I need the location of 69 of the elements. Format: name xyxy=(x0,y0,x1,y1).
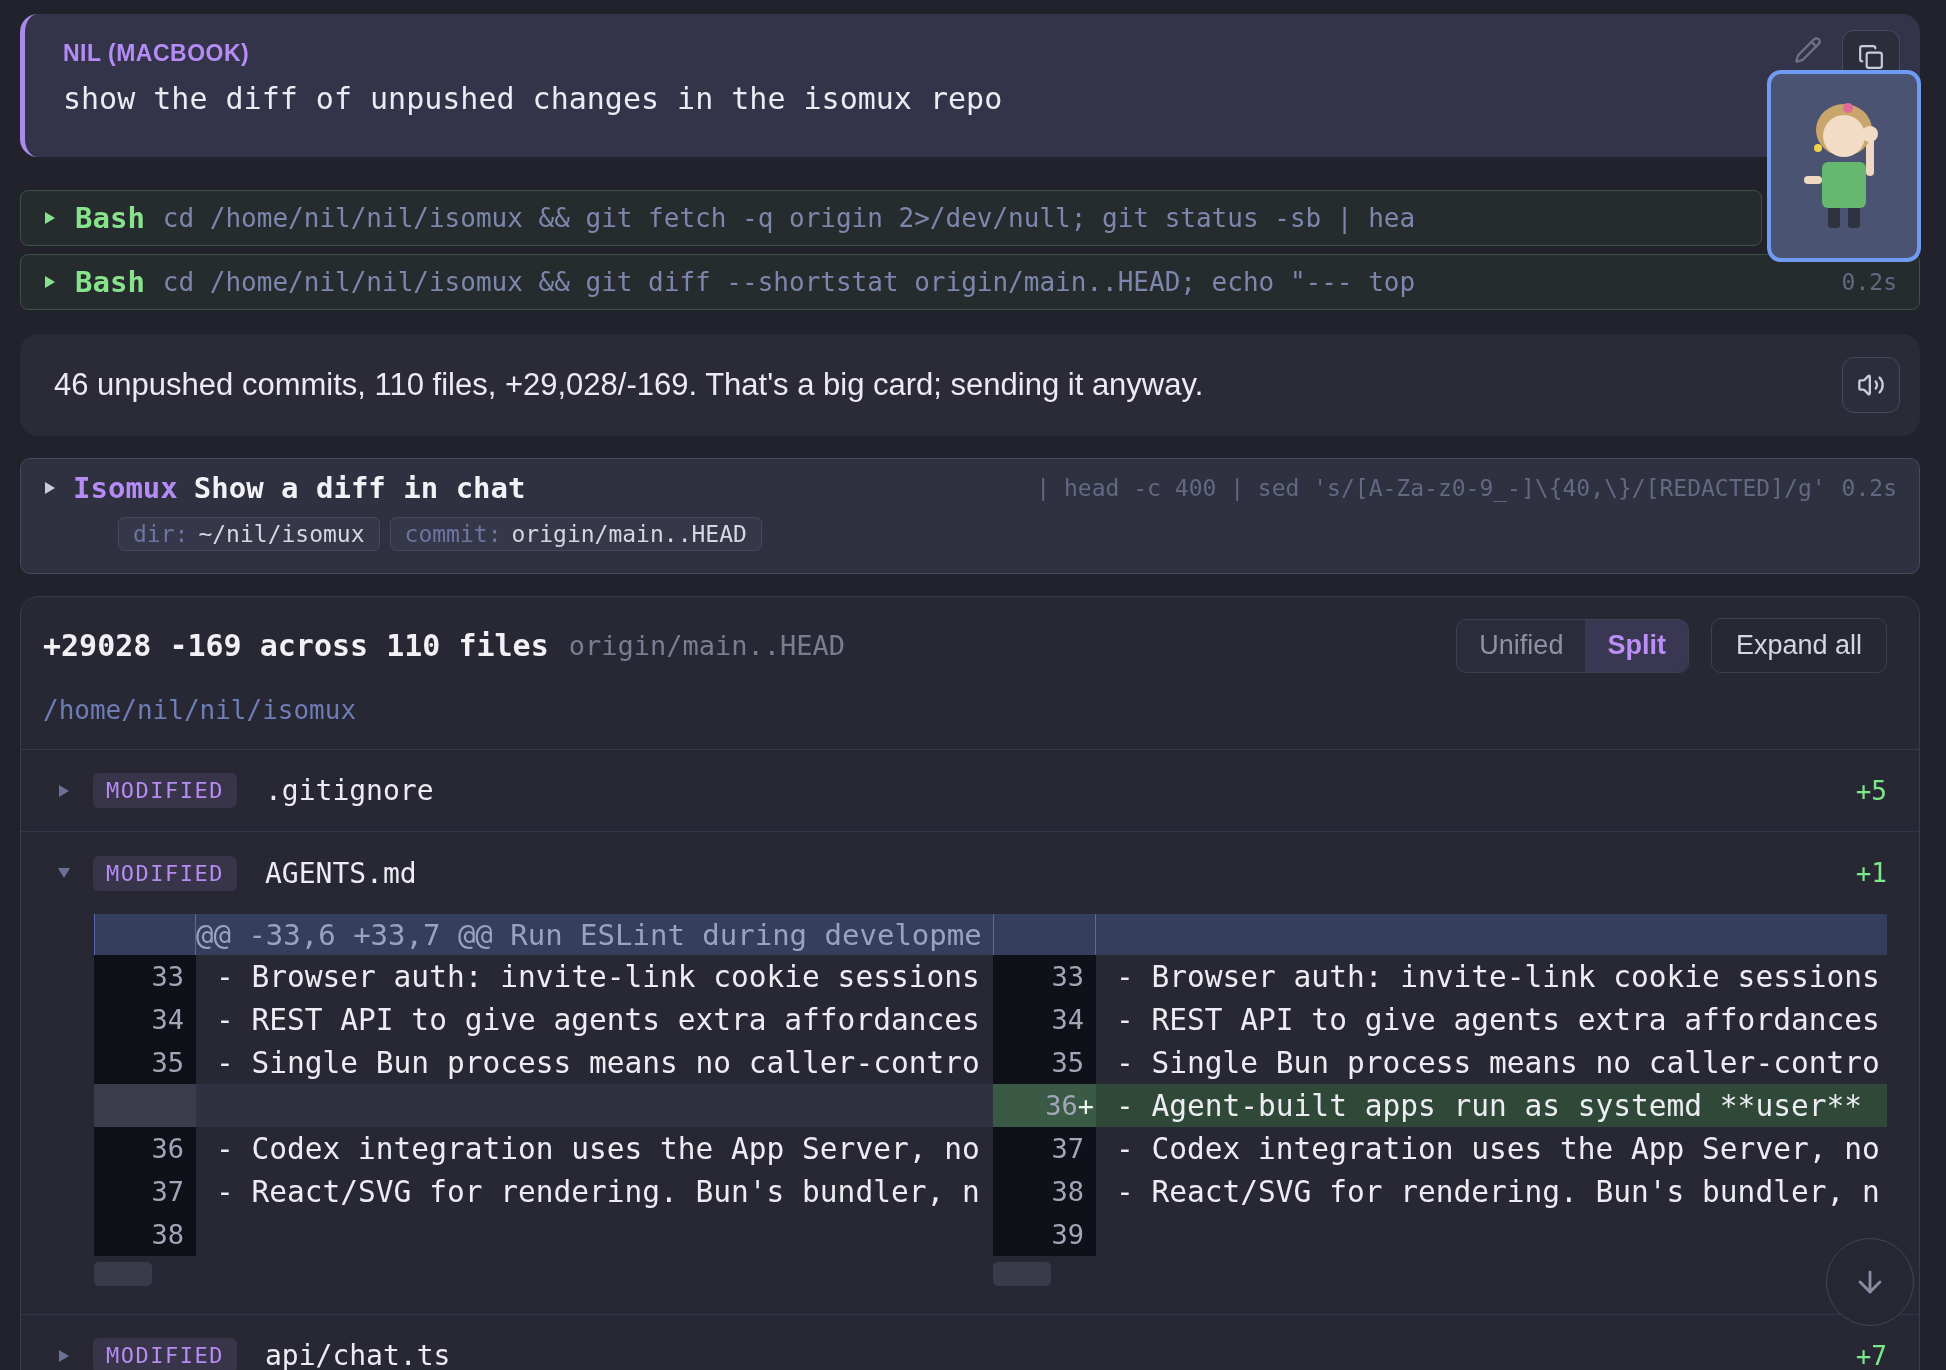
command-text: cd /home/nil/nil/isomux && git fetch -q origin 2>/dev/null; git status -sb | hea xyxy=(162,203,1417,233)
code-line: - Browser auth: invite-link cookie sessions xyxy=(215,958,981,996)
edit-icon[interactable] xyxy=(1794,36,1822,64)
tool-call-row[interactable]: Bash cd /home/nil/nil/isomux && git diff --shortstat origin/main..HEAD; echo "--- top 0.2s xyxy=(20,254,1920,310)
expand-icon[interactable] xyxy=(43,481,57,495)
line-number: 37 xyxy=(993,1127,1096,1170)
param-value: ~/nil/isomux xyxy=(198,521,365,547)
code-line: - REST API to give agents extra affordances xyxy=(215,1001,981,1039)
code-line: - Browser auth: invite-link cookie sessions xyxy=(1115,958,1881,996)
file-name: api/chat.ts xyxy=(264,1339,452,1370)
line-number: 36+ xyxy=(993,1084,1096,1127)
file-name: .gitignore xyxy=(264,774,435,807)
code-line: - Codex integration uses the App Server, no xyxy=(215,1130,981,1168)
expand-icon[interactable] xyxy=(43,211,57,225)
line-number: 39 xyxy=(993,1213,1096,1256)
duration: 0.2s xyxy=(1841,475,1897,501)
message-text: 46 unpushed commits, 110 files, +29,028/-169. That's a big card; sending it anyway. xyxy=(54,367,1204,403)
status-badge: MODIFIED xyxy=(93,1338,237,1370)
param-value: origin/main..HEAD xyxy=(511,521,747,547)
duration: 0.2s xyxy=(1841,269,1897,295)
caret-icon[interactable] xyxy=(57,866,71,880)
file-row[interactable]: MODIFIED api/chat.ts +7 xyxy=(21,1315,1919,1370)
tool-name: Bash xyxy=(75,201,145,235)
tool-name: Bash xyxy=(75,265,145,299)
code-line: - React/SVG for rendering. Bun's bundler, n xyxy=(1115,1173,1881,1211)
speak-button[interactable] xyxy=(1842,357,1900,413)
code-line: - Single Bun process means no caller-contro xyxy=(1115,1044,1881,1082)
code-line: - React/SVG for rendering. Bun's bundler, n xyxy=(215,1173,981,1211)
file-row[interactable]: MODIFIED .gitignore +5 xyxy=(21,750,1919,832)
line-number: 34 xyxy=(94,998,196,1041)
additions-count: +5 xyxy=(1855,775,1887,806)
code-line: - REST API to give agents extra affordances xyxy=(1115,1001,1881,1039)
diff-stats: +29028 -169 across 110 files xyxy=(43,628,549,663)
message-author: NIL (MACBOOK) xyxy=(63,40,250,67)
copy-button[interactable] xyxy=(1842,30,1900,70)
tool-call-row[interactable]: Bash cd /home/nil/nil/isomux && git fetch -q origin 2>/dev/null; git status -sb | hea xyxy=(20,190,1762,246)
param-key: dir: xyxy=(133,521,189,547)
tool-title: Show a diff in chat xyxy=(193,471,527,505)
file-name: AGENTS.md xyxy=(264,856,418,890)
line-number: 33 xyxy=(993,955,1096,998)
line-number: 33 xyxy=(94,955,196,998)
expand-all-button[interactable]: Expand all xyxy=(1710,618,1887,673)
line-number: 35 xyxy=(993,1041,1096,1084)
line-number: 38 xyxy=(94,1213,196,1256)
status-badge: MODIFIED xyxy=(93,773,237,808)
tool-name: Isomux xyxy=(73,471,178,505)
file-row[interactable]: MODIFIED AGENTS.md +1 xyxy=(21,832,1919,914)
code-line: - Single Bun process means no caller-contro xyxy=(215,1044,981,1082)
copy-icon xyxy=(1858,44,1884,70)
line-number: 37 xyxy=(94,1170,196,1213)
caret-icon[interactable] xyxy=(57,783,71,798)
line-number: 38 xyxy=(993,1170,1096,1213)
view-mode-tab[interactable]: Unified xyxy=(1457,619,1586,672)
command-text: cd /home/nil/nil/isomux && git diff --shortstat origin/main..HEAD; echo "--- top xyxy=(162,267,1417,297)
commit-range: origin/main..HEAD xyxy=(568,630,847,661)
line-number: 36 xyxy=(94,1127,196,1170)
param-key: commit: xyxy=(404,521,502,547)
view-mode-tab[interactable]: Split xyxy=(1585,619,1688,672)
status-badge: MODIFIED xyxy=(93,855,237,891)
command-text: | head -c 400 | sed 's/[A-Za-z0-9_-]\{40,\}/[REDACTED]/g' xyxy=(1036,475,1826,501)
line-number: 35 xyxy=(94,1041,196,1084)
message-text: show the diff of unpushed changes in the isomux repo xyxy=(63,81,1004,116)
line-number: 34 xyxy=(993,998,1096,1041)
expand-icon[interactable] xyxy=(43,275,57,289)
caret-icon[interactable] xyxy=(57,1348,71,1363)
repo-path: /home/nil/nil/isomux xyxy=(43,695,358,725)
additions-count: +1 xyxy=(1855,858,1887,888)
code-line: - Codex integration uses the App Server, no xyxy=(1115,1130,1881,1168)
additions-count: +7 xyxy=(1855,1340,1887,1370)
